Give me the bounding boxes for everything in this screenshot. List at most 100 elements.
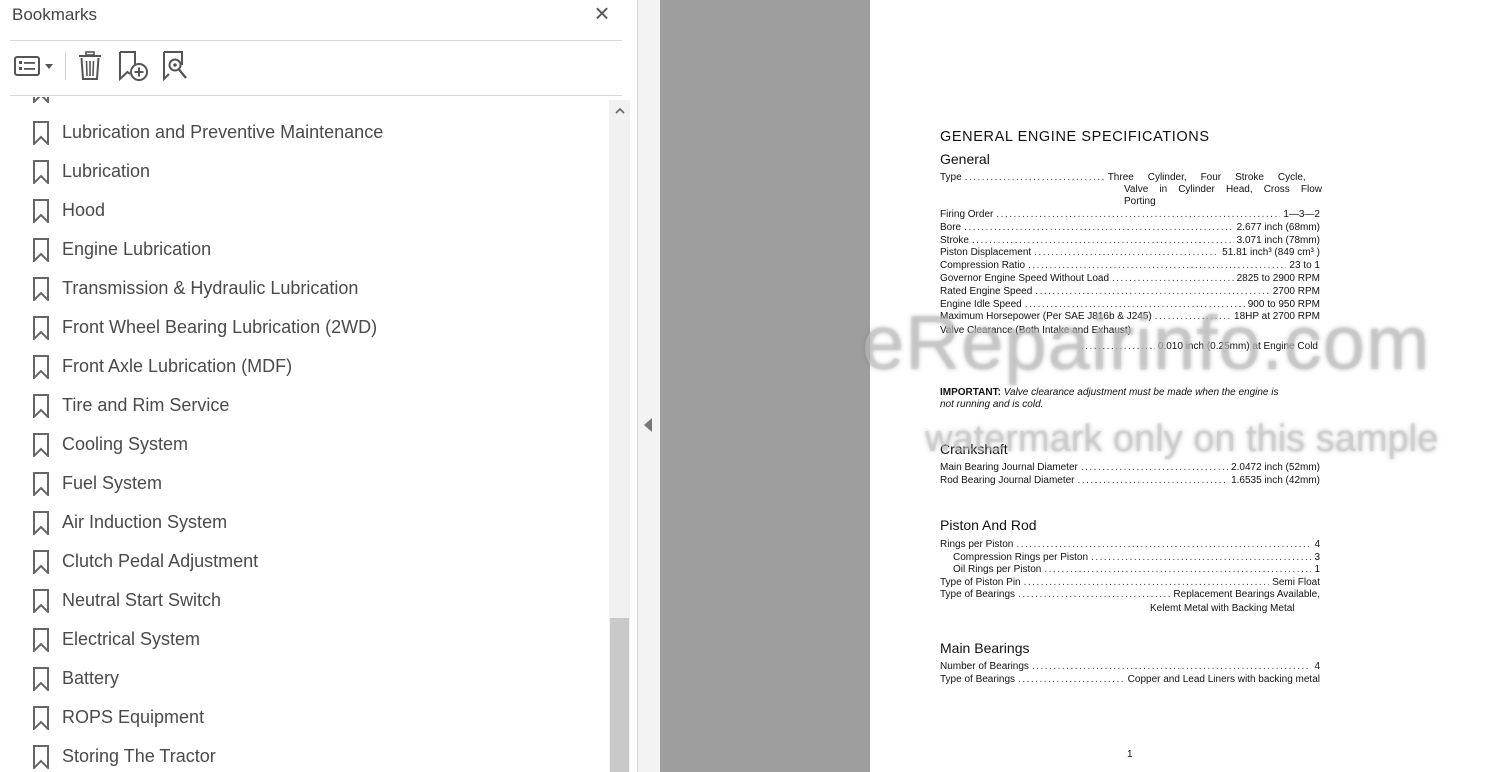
bookmark-icon xyxy=(33,433,49,457)
bookmark-icon xyxy=(33,316,49,340)
bookmark-item[interactable]: Fuel System xyxy=(10,464,600,503)
bookmark-label: Lubrication and Preventive Maintenance xyxy=(62,122,384,142)
bookmark-label: Fuel System xyxy=(62,473,163,493)
section-heading-general: General xyxy=(940,151,990,167)
bookmark-label: Cooling System xyxy=(62,434,189,454)
bookmark-label: Hood xyxy=(62,200,106,220)
bookmark-icon xyxy=(33,277,49,301)
spec-row: Firing Order1—3—2 xyxy=(940,209,1320,220)
page-number: 1 xyxy=(1127,749,1133,760)
bookmark-label: Engine Lubrication xyxy=(62,239,212,259)
bookmark-item[interactable]: Electrical System xyxy=(10,620,600,659)
bookmark-icon xyxy=(33,160,49,184)
trash-icon xyxy=(79,51,101,80)
bookmark-item[interactable]: Tire and Rim Service xyxy=(10,386,600,425)
bookmark-item[interactable]: Neutral Start Switch xyxy=(10,581,600,620)
bookmark-label: Neutral Start Switch xyxy=(62,590,222,610)
spec-row: Rod Bearing Journal Diameter1.6535 inch … xyxy=(940,475,1320,486)
bookmark-label: Electrical System xyxy=(62,629,201,649)
bookmark-icon xyxy=(33,238,49,262)
spec-row: Oil Rings per Piston1 xyxy=(940,564,1320,575)
bookmark-icon xyxy=(33,628,49,652)
spec-row: Type of BearingsReplacement Bearings Ava… xyxy=(940,589,1320,600)
bookmark-label: Clutch Pedal Adjustment xyxy=(62,551,259,571)
bookmark-icon xyxy=(33,121,49,145)
bookmark-item[interactable]: Storing The Tractor xyxy=(10,737,600,772)
scroll-up-button[interactable] xyxy=(609,100,630,122)
add-bookmark-button[interactable] xyxy=(116,50,150,82)
bookmark-label: Battery xyxy=(62,668,120,688)
bookmark-label: Transmission & Hydraulic Lubrication xyxy=(62,278,359,298)
bookmark-icon xyxy=(33,589,49,613)
type-value-line2: Valve in Cylinder Head, Cross Flow xyxy=(1124,184,1322,195)
spec-row: Rated Engine Speed2700 RPM xyxy=(940,286,1320,297)
important-label: IMPORTANT: xyxy=(940,387,1001,398)
find-bookmark-button[interactable] xyxy=(160,50,190,82)
bookmark-label: Air Induction System xyxy=(62,512,228,532)
section-heading-main-bearings: Main Bearings xyxy=(940,640,1030,656)
document-background xyxy=(660,0,870,772)
important-note: IMPORTANT: Valve clearance adjustment mu… xyxy=(940,387,1279,398)
watermark-subtext: watermark only on this sample xyxy=(925,418,1439,460)
spec-row: Compression Rings per Piston3 xyxy=(940,552,1320,563)
close-icon[interactable]: × xyxy=(590,0,614,26)
bookmark-list: Lubrication and Preventive Maintenance Lu… xyxy=(10,97,608,772)
bookmark-label: Storing The Tractor xyxy=(62,746,216,766)
bookmark-item[interactable]: Battery xyxy=(10,659,600,698)
bookmark-icon xyxy=(33,355,49,379)
bookmark-label: Lubrication xyxy=(62,161,151,181)
bookmark-icon xyxy=(33,745,49,769)
chevron-up-icon xyxy=(614,108,625,114)
spec-row: Rings per Piston4 xyxy=(940,539,1320,550)
bookmark-icon xyxy=(33,706,49,730)
spec-row: Number of Bearings4 xyxy=(940,661,1320,672)
doc-title: GENERAL ENGINE SPECIFICATIONS xyxy=(940,129,1210,145)
spec-row: Stroke3.071 inch (78mm) xyxy=(940,235,1320,246)
bookmark-item[interactable]: ROPS Equipment xyxy=(10,698,600,737)
bookmark-label: Tire and Rim Service xyxy=(62,395,230,415)
delete-bookmark-button[interactable] xyxy=(74,50,106,82)
bookmark-item[interactable]: Front Wheel Bearing Lubrication (2WD) xyxy=(10,308,600,347)
collapse-panel-icon[interactable] xyxy=(644,418,652,432)
options-menu-button[interactable] xyxy=(10,50,56,82)
divider xyxy=(10,95,622,96)
add-bookmark-icon xyxy=(119,51,148,82)
important-text-2: not running and is cold. xyxy=(940,399,1044,410)
list-options-icon xyxy=(14,56,53,76)
bookmark-icon xyxy=(33,511,49,535)
bookmark-item[interactable]: Air Induction System xyxy=(10,503,600,542)
spec-row: Main Bearing Journal Diameter2.0472 inch… xyxy=(940,462,1320,473)
bookmark-item[interactable]: Transmission & Hydraulic Lubrication xyxy=(10,269,600,308)
scrollbar[interactable] xyxy=(609,100,630,772)
bookmark-icon xyxy=(33,472,49,496)
bookmark-item[interactable]: Engine Lubrication xyxy=(10,230,600,269)
find-bookmark-icon xyxy=(163,51,187,82)
bookmark-item[interactable]: Lubrication and Preventive Maintenance xyxy=(10,113,600,152)
bearing-value-line2: Kelemt Metal with Backing Metal xyxy=(1150,603,1295,614)
spec-row: Governor Engine Speed Without Load2825 t… xyxy=(940,273,1320,284)
bookmark-icon xyxy=(33,199,49,223)
spec-row-type: Type Three Cylinder, Four Stroke Cycle, xyxy=(940,172,1320,183)
bookmark-icon xyxy=(33,97,49,103)
spec-row: Type of Piston PinSemi Float xyxy=(940,577,1320,588)
bookmark-icon xyxy=(33,667,49,691)
bookmark-item[interactable]: Lubrication xyxy=(10,152,600,191)
panel-title: Bookmarks xyxy=(12,5,98,24)
spec-row: Compression Ratio23 to 1 xyxy=(940,260,1320,271)
panel-splitter[interactable] xyxy=(638,0,660,772)
watermark-text: eRepairinfo.com xyxy=(862,301,1431,386)
bookmark-label: Front Axle Lubrication (MDF) xyxy=(62,356,293,376)
bookmark-icon xyxy=(33,550,49,574)
bookmarks-panel: Bookmarks × Lubrication and Preventive M… xyxy=(0,0,638,772)
bookmark-label: ROPS Equipment xyxy=(62,707,205,727)
important-text-1: Valve clearance adjustment must be made … xyxy=(1003,387,1279,398)
divider xyxy=(10,40,622,41)
bookmark-item[interactable]: Front Axle Lubrication (MDF) xyxy=(10,347,600,386)
bookmarks-toolbar xyxy=(10,46,610,86)
scroll-thumb[interactable] xyxy=(610,618,629,772)
toolbar-separator xyxy=(65,52,66,80)
bookmark-item[interactable]: Cooling System xyxy=(10,425,600,464)
section-heading-piston: Piston And Rod xyxy=(940,517,1037,533)
bookmark-item[interactable]: Hood xyxy=(10,191,600,230)
bookmark-item[interactable]: Clutch Pedal Adjustment xyxy=(10,542,600,581)
